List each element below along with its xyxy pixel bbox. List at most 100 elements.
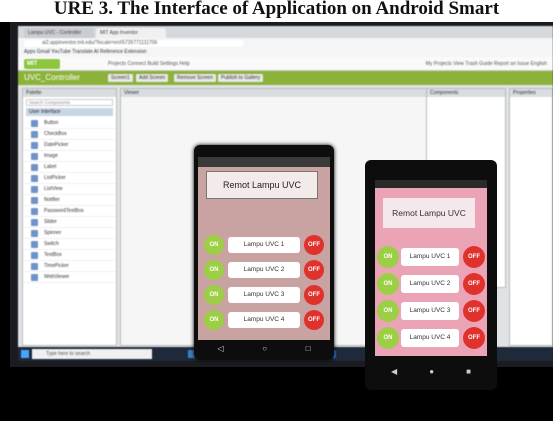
lamp-row: ON Lampu UVC 1 OFF — [198, 235, 330, 257]
palette-item[interactable]: TimePicker — [23, 261, 116, 272]
on-button[interactable]: ON — [377, 273, 399, 295]
lamp-label: Lampu UVC 1 — [401, 248, 459, 266]
palette-item-label: ListPicker — [44, 175, 66, 181]
device-screen: Remot Lampu UVC ON Lampu UVC 1 OFF ON Lampu … — [375, 180, 487, 356]
off-button[interactable]: OFF — [463, 273, 485, 295]
palette-item[interactable]: Notifier — [23, 195, 116, 206]
component-icon — [31, 119, 38, 127]
on-button[interactable]: ON — [377, 246, 399, 268]
component-icon — [31, 251, 38, 259]
right-menu[interactable]: My Projects View Trash Guide Report an I… — [426, 59, 547, 69]
project-name: UVC_Controller — [24, 73, 81, 82]
off-button[interactable]: OFF — [304, 235, 324, 255]
on-button[interactable]: ON — [204, 285, 224, 305]
component-icon — [31, 152, 38, 160]
palette-item[interactable]: Button — [23, 118, 116, 129]
properties-title: Properties — [510, 89, 552, 97]
publish-button[interactable]: Publish to Gallery — [218, 74, 264, 82]
component-icon — [31, 174, 38, 182]
back-icon[interactable]: ◁ — [217, 344, 223, 353]
palette-item-label: Switch — [44, 241, 59, 247]
add-screen-button[interactable]: Add Screen — [136, 74, 169, 82]
palette-item-label: Button — [44, 120, 59, 126]
component-icon — [31, 163, 38, 171]
component-icon — [31, 273, 38, 281]
component-icon — [31, 229, 38, 237]
palette-item[interactable]: WebViewer — [23, 272, 116, 283]
on-button[interactable]: ON — [377, 327, 399, 349]
lamp-row: ON Lampu UVC 4 OFF — [375, 327, 487, 349]
bookmarks-bar[interactable]: Apps Gmail YouTube Translate AI Referenc… — [18, 48, 553, 57]
lamp-label: Lampu UVC 4 — [228, 312, 300, 328]
address-bar: ai2.appinventor.mit.edu/?locale=en#57267… — [18, 38, 553, 48]
off-button[interactable]: OFF — [304, 310, 324, 330]
palette-list: Button CheckBox DatePicker Image Label ListPi… — [23, 118, 116, 283]
android-nav-bar: ◀ ● ■ — [375, 364, 487, 378]
palette-item[interactable]: Image — [23, 151, 116, 162]
back-icon[interactable]: ◀ — [391, 367, 397, 376]
component-icon — [31, 141, 38, 149]
on-button[interactable]: ON — [377, 300, 399, 322]
palette-item[interactable]: Spinner — [23, 228, 116, 239]
palette-item[interactable]: PasswordTextBox — [23, 206, 116, 217]
remove-screen-button[interactable]: Remove Screen — [174, 74, 216, 82]
palette-item-label: Label — [44, 164, 57, 170]
palette-item-label: Slider — [44, 219, 57, 225]
palette-item[interactable]: ListPicker — [23, 173, 116, 184]
off-button[interactable]: OFF — [463, 300, 485, 322]
components-title: Components — [427, 89, 505, 97]
palette-item-label: PasswordTextBox — [44, 208, 84, 214]
browser-tab[interactable]: Lampu UVC - Controller — [24, 28, 94, 38]
palette-item-label: Spinner — [44, 230, 62, 236]
palette-search-input[interactable]: Search Components — [26, 99, 113, 106]
off-button[interactable]: OFF — [304, 285, 324, 305]
screen1-button[interactable]: Screen1 — [108, 74, 133, 82]
home-icon[interactable]: ○ — [262, 344, 267, 353]
emulator-phone: Remot Lampu UVC ON Lampu UVC 1 OFF ON Lampu … — [194, 145, 334, 360]
status-bar — [375, 180, 487, 188]
component-icon — [31, 218, 38, 226]
properties-panel: Properties — [509, 88, 553, 346]
project-toolbar: UVC_Controller Screen1 Add Screen Remove… — [18, 71, 553, 85]
palette-item[interactable]: Switch — [23, 239, 116, 250]
palette-item[interactable]: Slider — [23, 217, 116, 228]
emulator-screen: Remot Lampu UVC ON Lampu UVC 1 OFF ON Lampu … — [198, 157, 330, 340]
palette-item-label: WebViewer — [44, 274, 70, 280]
taskbar-search-input[interactable]: Type here to search — [32, 349, 152, 359]
palette-item-label: Image — [44, 153, 58, 159]
palette-item[interactable]: Label — [23, 162, 116, 173]
off-button[interactable]: OFF — [463, 246, 485, 268]
url-input[interactable]: ai2.appinventor.mit.edu/?locale=en#57267… — [24, 39, 244, 47]
off-button[interactable]: OFF — [304, 260, 324, 280]
app-title: Remot Lampu UVC — [206, 171, 318, 199]
palette-item-label: TimePicker — [44, 263, 69, 269]
component-icon — [31, 240, 38, 248]
lamp-label: Lampu UVC 2 — [228, 262, 300, 278]
off-button[interactable]: OFF — [463, 327, 485, 349]
browser-tab-active[interactable]: MIT App Inventor — [96, 28, 166, 38]
main-menu[interactable]: Projects Connect Build Settings Help — [108, 59, 190, 69]
lamp-label: Lampu UVC 3 — [228, 287, 300, 303]
status-bar — [198, 157, 330, 167]
on-button[interactable]: ON — [204, 310, 224, 330]
on-button[interactable]: ON — [204, 260, 224, 280]
palette-panel: Palette Search Components User Interface… — [22, 88, 117, 346]
palette-item-label: Notifier — [44, 197, 60, 203]
home-icon[interactable]: ● — [429, 367, 434, 376]
palette-item[interactable]: DatePicker — [23, 140, 116, 151]
windows-start-icon[interactable] — [21, 350, 29, 358]
palette-item-label: CheckBox — [44, 131, 67, 137]
recents-icon[interactable]: ■ — [466, 367, 471, 376]
recents-icon[interactable]: □ — [306, 344, 311, 353]
palette-group-user-interface[interactable]: User Interface — [26, 108, 113, 116]
viewer-title: Viewer — [121, 89, 439, 97]
palette-item[interactable]: CheckBox — [23, 129, 116, 140]
palette-item[interactable]: ListView — [23, 184, 116, 195]
palette-item[interactable]: TextBox — [23, 250, 116, 261]
lamp-row: ON Lampu UVC 1 OFF — [375, 246, 487, 268]
component-icon — [31, 130, 38, 138]
figure-caption: URE 3. The Interface of Application on A… — [0, 0, 553, 22]
lamp-label: Lampu UVC 4 — [401, 329, 459, 347]
on-button[interactable]: ON — [204, 235, 224, 255]
palette-title: Palette — [23, 89, 116, 97]
